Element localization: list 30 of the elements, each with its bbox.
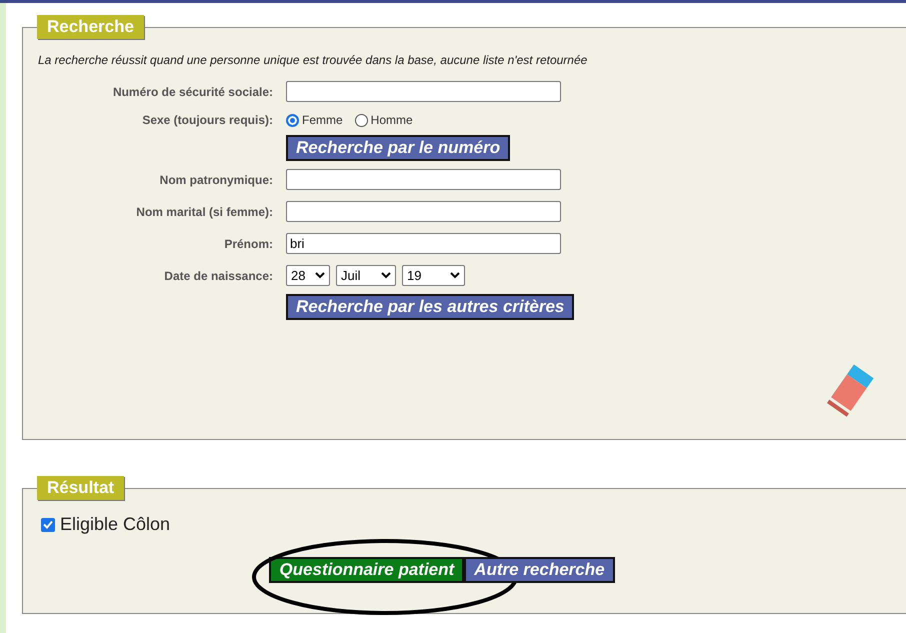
field-label: Nom patronymique: [158,172,273,186]
action-button[interactable]: Questionnaire patient [269,557,464,583]
chevron-icon [381,272,391,279]
input-field[interactable] [286,169,561,190]
action-button[interactable]: Autre recherche [464,557,615,583]
radio-label: Femme [302,113,343,127]
field-label: Prénom: [223,236,273,250]
checkbox[interactable] [41,518,55,532]
input-field[interactable] [286,201,561,222]
dropdown[interactable]: 19 [402,265,465,286]
search-button[interactable]: Recherche par le numéro [286,135,510,161]
panel-legend: Résultat [37,476,124,500]
chevron-icon [450,272,460,279]
radio-button[interactable] [354,114,368,126]
radio-label: Homme [370,113,413,127]
dropdown[interactable]: 28 [286,265,330,286]
checkbox-label: Eligible Côlon [60,514,170,535]
radio-button[interactable] [286,114,299,126]
field-label: Nom marital (si femme): [135,204,273,218]
field-label: Sexe (toujours requis): [141,113,273,127]
field-label: Date de naissance: [163,268,273,282]
panel-legend: Recherche [37,15,144,39]
search-button[interactable]: Recherche par les autres critères [286,294,574,320]
chevron-icon [315,272,325,279]
eraser-icon[interactable] [824,363,876,419]
info-note: La recherche réussit quand une personne unique est trouvée dans la base, aucune liste n'est retournée [38,53,588,67]
dropdown[interactable]: Juil [336,265,396,286]
field-label: Numéro de sécurité sociale: [112,84,273,98]
input-field[interactable] [286,81,561,102]
input-field[interactable]: bri [286,233,561,254]
